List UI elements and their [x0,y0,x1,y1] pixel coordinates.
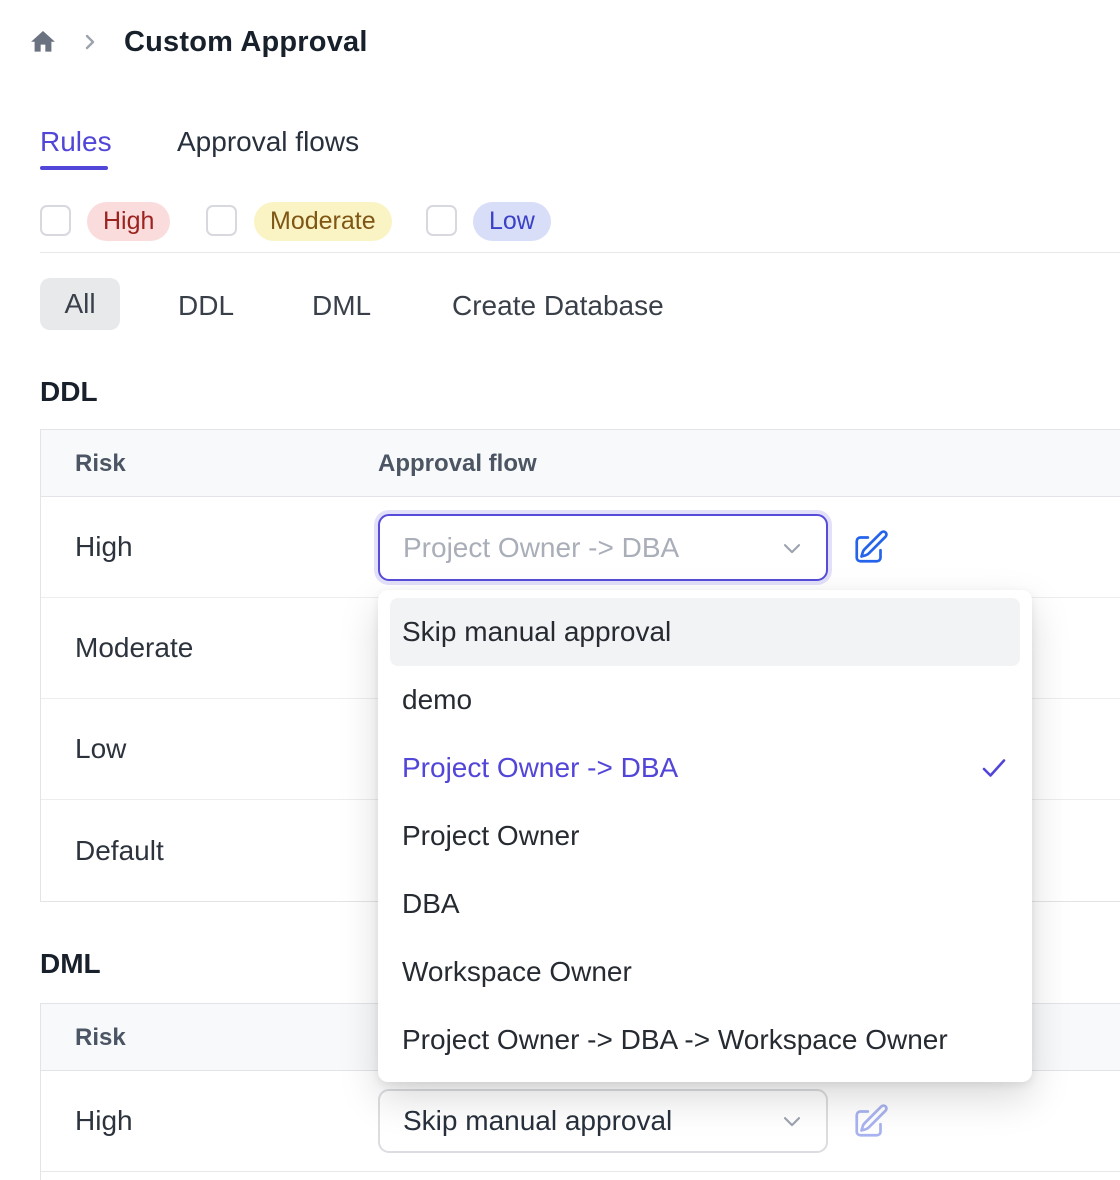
risk-cell: High [75,497,133,597]
breadcrumb-chevron-icon [80,32,100,52]
risk-checkbox-high[interactable] [40,205,71,236]
chevron-down-icon [778,1107,806,1135]
approval-flow-dropdown-menu: Skip manual approval demo Project Owner … [378,590,1032,1082]
menu-item-dba[interactable]: DBA [390,870,1020,938]
select-value: Project Owner -> DBA [403,532,778,564]
menu-item-project-owner[interactable]: Project Owner [390,802,1020,870]
chevron-down-icon [778,534,806,562]
section-title-ddl: DDL [40,376,98,408]
menu-item-demo[interactable]: demo [390,666,1020,734]
risk-checkbox-moderate[interactable] [206,205,237,236]
risk-cell: Low [75,699,126,799]
filter-dml[interactable]: DML [312,290,371,322]
menu-item-label: Project Owner -> DBA [402,752,678,784]
tab-rules[interactable]: Rules [40,126,112,158]
risk-badge-low[interactable]: Low [473,202,551,241]
risk-badge-moderate[interactable]: Moderate [254,202,392,241]
home-icon[interactable] [28,25,58,59]
table-header: Risk Approval flow [41,430,1120,497]
table-row-partial [41,1172,1120,1180]
edit-flow-button[interactable] [851,527,891,567]
menu-item-project-owner-dba-workspace-owner[interactable]: Project Owner -> DBA -> Workspace Owner [390,1006,1020,1074]
risk-badge-high[interactable]: High [87,202,170,241]
breadcrumb: Custom Approval [28,22,368,62]
table-row-high: High Skip manual approval [41,1071,1120,1172]
risk-cell: Moderate [75,598,193,698]
custom-approval-page: Custom Approval Rules Approval flows Hig… [0,0,1120,1180]
menu-item-skip-manual-approval[interactable]: Skip manual approval [390,598,1020,666]
check-icon [978,752,1010,784]
filter-create-database[interactable]: Create Database [452,290,664,322]
table-row-high: High Project Owner -> DBA [41,497,1120,598]
filter-all[interactable]: All [40,278,120,330]
approval-flow-select-ddl-high[interactable]: Project Owner -> DBA [378,514,828,581]
filter-ddl[interactable]: DDL [178,290,234,322]
menu-item-workspace-owner[interactable]: Workspace Owner [390,938,1020,1006]
page-title: Custom Approval [124,26,368,59]
select-value: Skip manual approval [403,1105,778,1137]
column-header-risk: Risk [75,1004,126,1071]
column-header-approval-flow: Approval flow [378,430,537,497]
risk-checkbox-low[interactable] [426,205,457,236]
column-header-risk: Risk [75,430,126,497]
divider [40,252,1120,253]
risk-cell: Default [75,800,164,901]
menu-item-project-owner-dba[interactable]: Project Owner -> DBA [390,734,1020,802]
section-title-dml: DML [40,948,101,980]
tab-approval-flows[interactable]: Approval flows [177,126,359,158]
approval-flow-select-dml-high[interactable]: Skip manual approval [378,1089,828,1153]
risk-cell: High [75,1071,133,1171]
active-tab-underline [40,166,108,170]
edit-flow-button[interactable] [851,1101,891,1141]
